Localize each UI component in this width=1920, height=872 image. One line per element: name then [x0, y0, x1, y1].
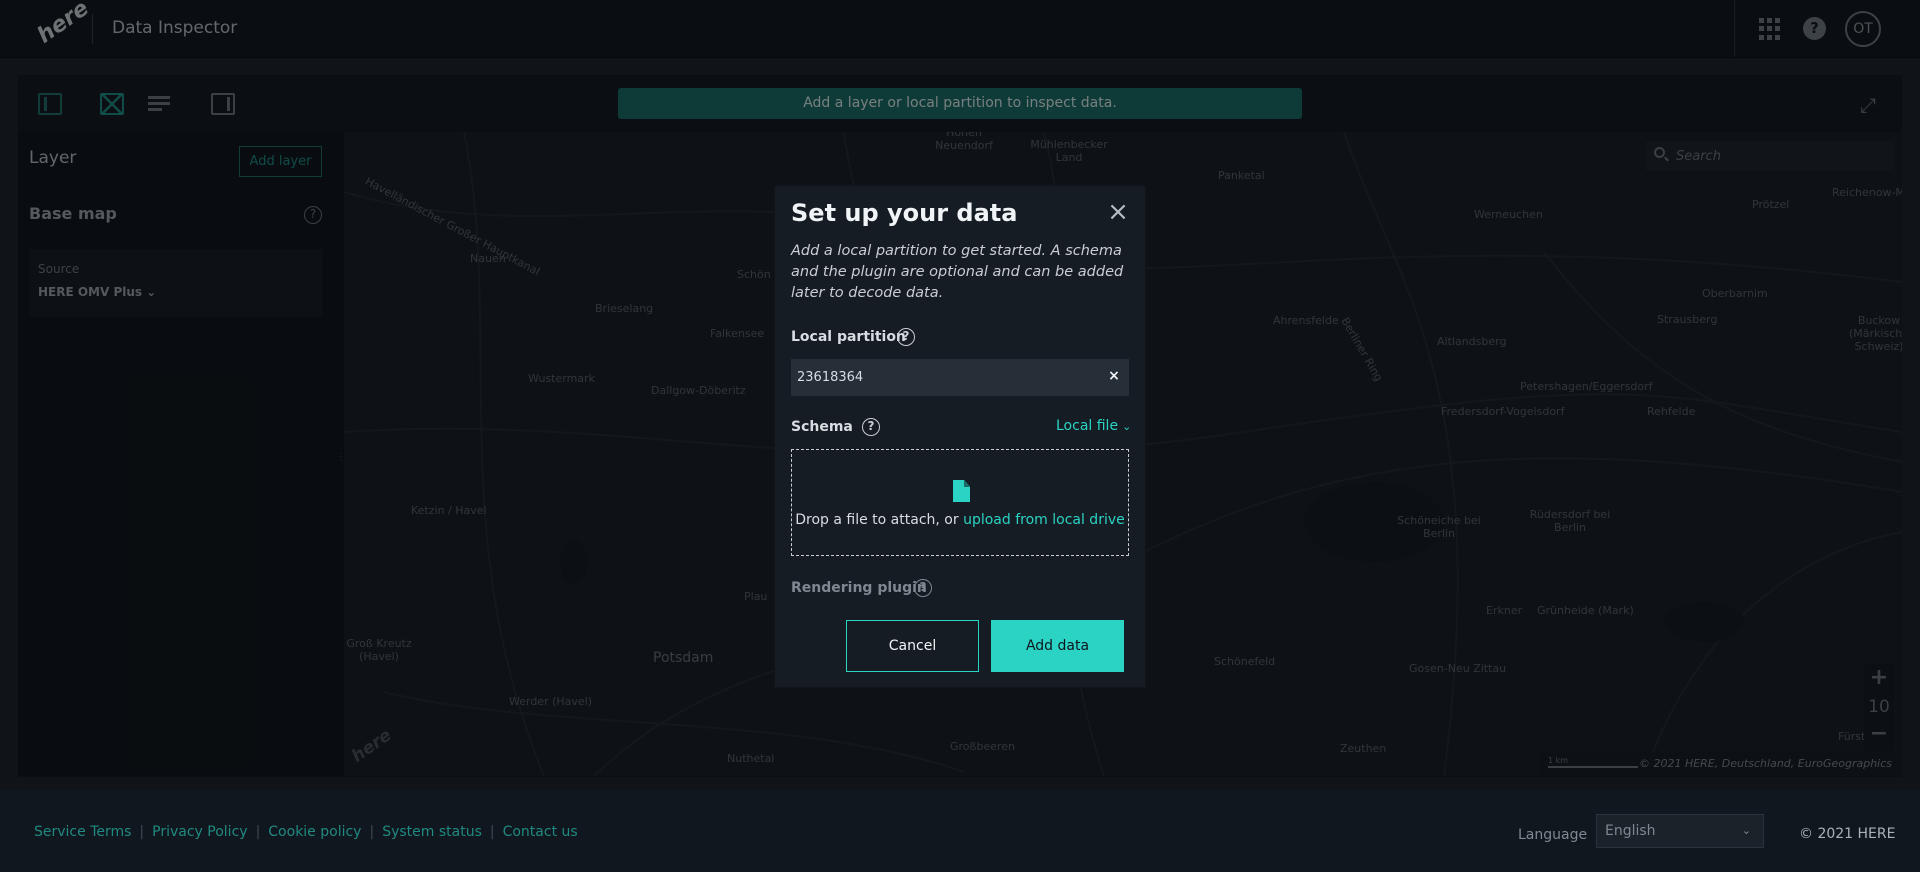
- add-data-button[interactable]: Add data: [991, 620, 1124, 672]
- schema-source-dropdown[interactable]: Local file ⌄: [1056, 418, 1131, 434]
- footer-link-contact-us[interactable]: Contact us: [503, 824, 578, 840]
- setup-data-dialog: Set up your data × Add a local partition…: [774, 185, 1146, 688]
- schema-help-icon[interactable]: ?: [862, 418, 880, 436]
- file-icon: [953, 480, 970, 502]
- schema-label: Schema: [791, 419, 853, 435]
- chevron-down-icon: ⌄: [1122, 420, 1132, 433]
- local-partition-field: ×: [791, 359, 1129, 396]
- cancel-button[interactable]: Cancel: [846, 620, 979, 672]
- footer-separator: |: [489, 824, 495, 840]
- local-partition-input[interactable]: [797, 368, 1087, 386]
- dialog-title: Set up your data: [791, 199, 1018, 227]
- rendering-plugin-help-icon[interactable]: ?: [914, 579, 932, 597]
- clear-input-icon[interactable]: ×: [1107, 368, 1121, 386]
- dropzone-text: Drop a file to attach, or upload from lo…: [792, 512, 1128, 528]
- footer-link-service-terms[interactable]: Service Terms: [34, 824, 131, 840]
- local-partition-help-icon[interactable]: ?: [897, 328, 915, 346]
- footer-links: Service Terms | Privacy Policy | Cookie poli…: [34, 824, 578, 840]
- footer-link-privacy-policy[interactable]: Privacy Policy: [152, 824, 247, 840]
- drop-instruction: Drop a file to attach, or: [795, 512, 959, 528]
- footer-separator: |: [139, 824, 145, 840]
- footer-separator: |: [255, 824, 261, 840]
- dialog-description: Add a local partition to get started. A …: [791, 243, 1124, 301]
- footer-link-system-status[interactable]: System status: [382, 824, 482, 840]
- copyright: © 2021 HERE: [1799, 826, 1896, 842]
- schema-source-value: Local file: [1056, 418, 1119, 434]
- page-footer: Service Terms | Privacy Policy | Cookie poli…: [0, 790, 1920, 872]
- footer-separator: |: [369, 824, 375, 840]
- close-icon[interactable]: ×: [1105, 199, 1131, 225]
- language-select[interactable]: English ⌄: [1596, 814, 1764, 848]
- file-dropzone[interactable]: Drop a file to attach, or upload from lo…: [791, 449, 1129, 556]
- footer-link-cookie-policy[interactable]: Cookie policy: [268, 824, 361, 840]
- upload-link[interactable]: upload from local drive: [963, 512, 1125, 528]
- chevron-down-icon: ⌄: [1741, 824, 1751, 837]
- local-partition-label: Local partition: [791, 329, 906, 345]
- rendering-plugin-label: Rendering plugin: [791, 580, 927, 596]
- language-value: English: [1605, 823, 1656, 839]
- language-label: Language: [1518, 827, 1588, 843]
